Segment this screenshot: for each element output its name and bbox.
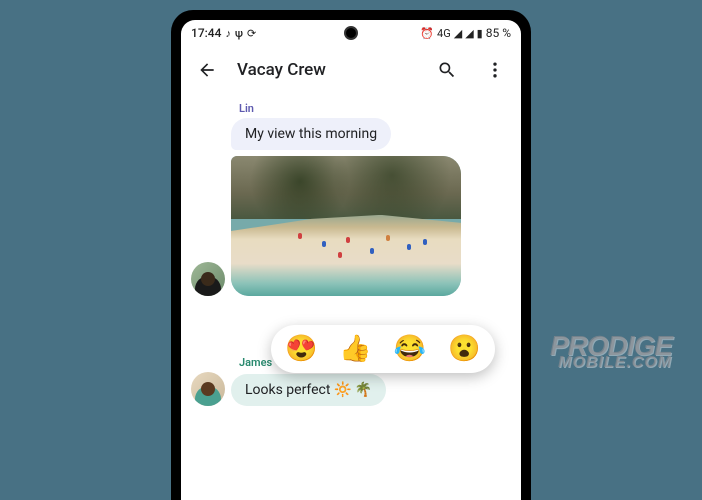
search-icon [437,60,457,80]
avatar-james[interactable] [191,372,225,406]
reaction-heart-eyes[interactable]: 😍 [285,334,317,364]
usb-icon: ψ [235,27,243,40]
message-bubble-lin-text[interactable]: My view this morning [231,118,391,150]
sender-label-lin: Lin [239,102,511,115]
reaction-picker[interactable]: 😍 👍 😂 😮 [271,325,495,373]
watermark: PRODIGE MOBILE.COM [550,335,672,370]
network-type: 4G [437,27,451,40]
music-icon: ♪ [225,27,231,40]
chat-title[interactable]: Vacay Crew [237,60,417,80]
message-bubble-james[interactable]: Looks perfect 🔆 🌴 [231,374,386,406]
phone-frame: 17:44 ♪ ψ ⟳ ⏰ 4G ◢ ◢ ▮ 85 % Vacay Crew [171,10,531,500]
watermark-line1: PRODIGE [550,335,672,357]
reaction-thumbs-up[interactable]: 👍 [339,334,371,364]
watermark-line2: MOBILE.COM [550,357,672,370]
app-bar: Vacay Crew [181,46,521,94]
back-button[interactable] [189,52,225,88]
front-camera [344,26,358,40]
message-row-james: Looks perfect 🔆 🌴 [191,372,511,406]
battery-percent: 85 % [486,26,511,40]
arrow-left-icon [197,60,217,80]
battery-icon: ▮ [477,27,483,40]
status-time: 17:44 [191,26,221,40]
conversation: Lin My view this morning [181,94,521,420]
avatar-lin[interactable] [191,262,225,296]
message-row-lin-image [191,156,511,296]
reaction-surprised[interactable]: 😮 [448,334,480,364]
message-bubble-lin-image[interactable] [231,156,461,296]
alarm-icon: ⏰ [420,27,434,40]
signal-icon-2: ◢ [465,27,473,40]
more-button[interactable] [477,52,513,88]
reaction-joy[interactable]: 😂 [394,334,426,364]
message-row-lin-text: My view this morning [191,118,511,150]
screen: 17:44 ♪ ψ ⟳ ⏰ 4G ◢ ◢ ▮ 85 % Vacay Crew [181,20,521,500]
search-button[interactable] [429,52,465,88]
signal-icon-1: ◢ [454,27,462,40]
sync-icon: ⟳ [247,27,256,40]
more-vert-icon [485,60,505,80]
